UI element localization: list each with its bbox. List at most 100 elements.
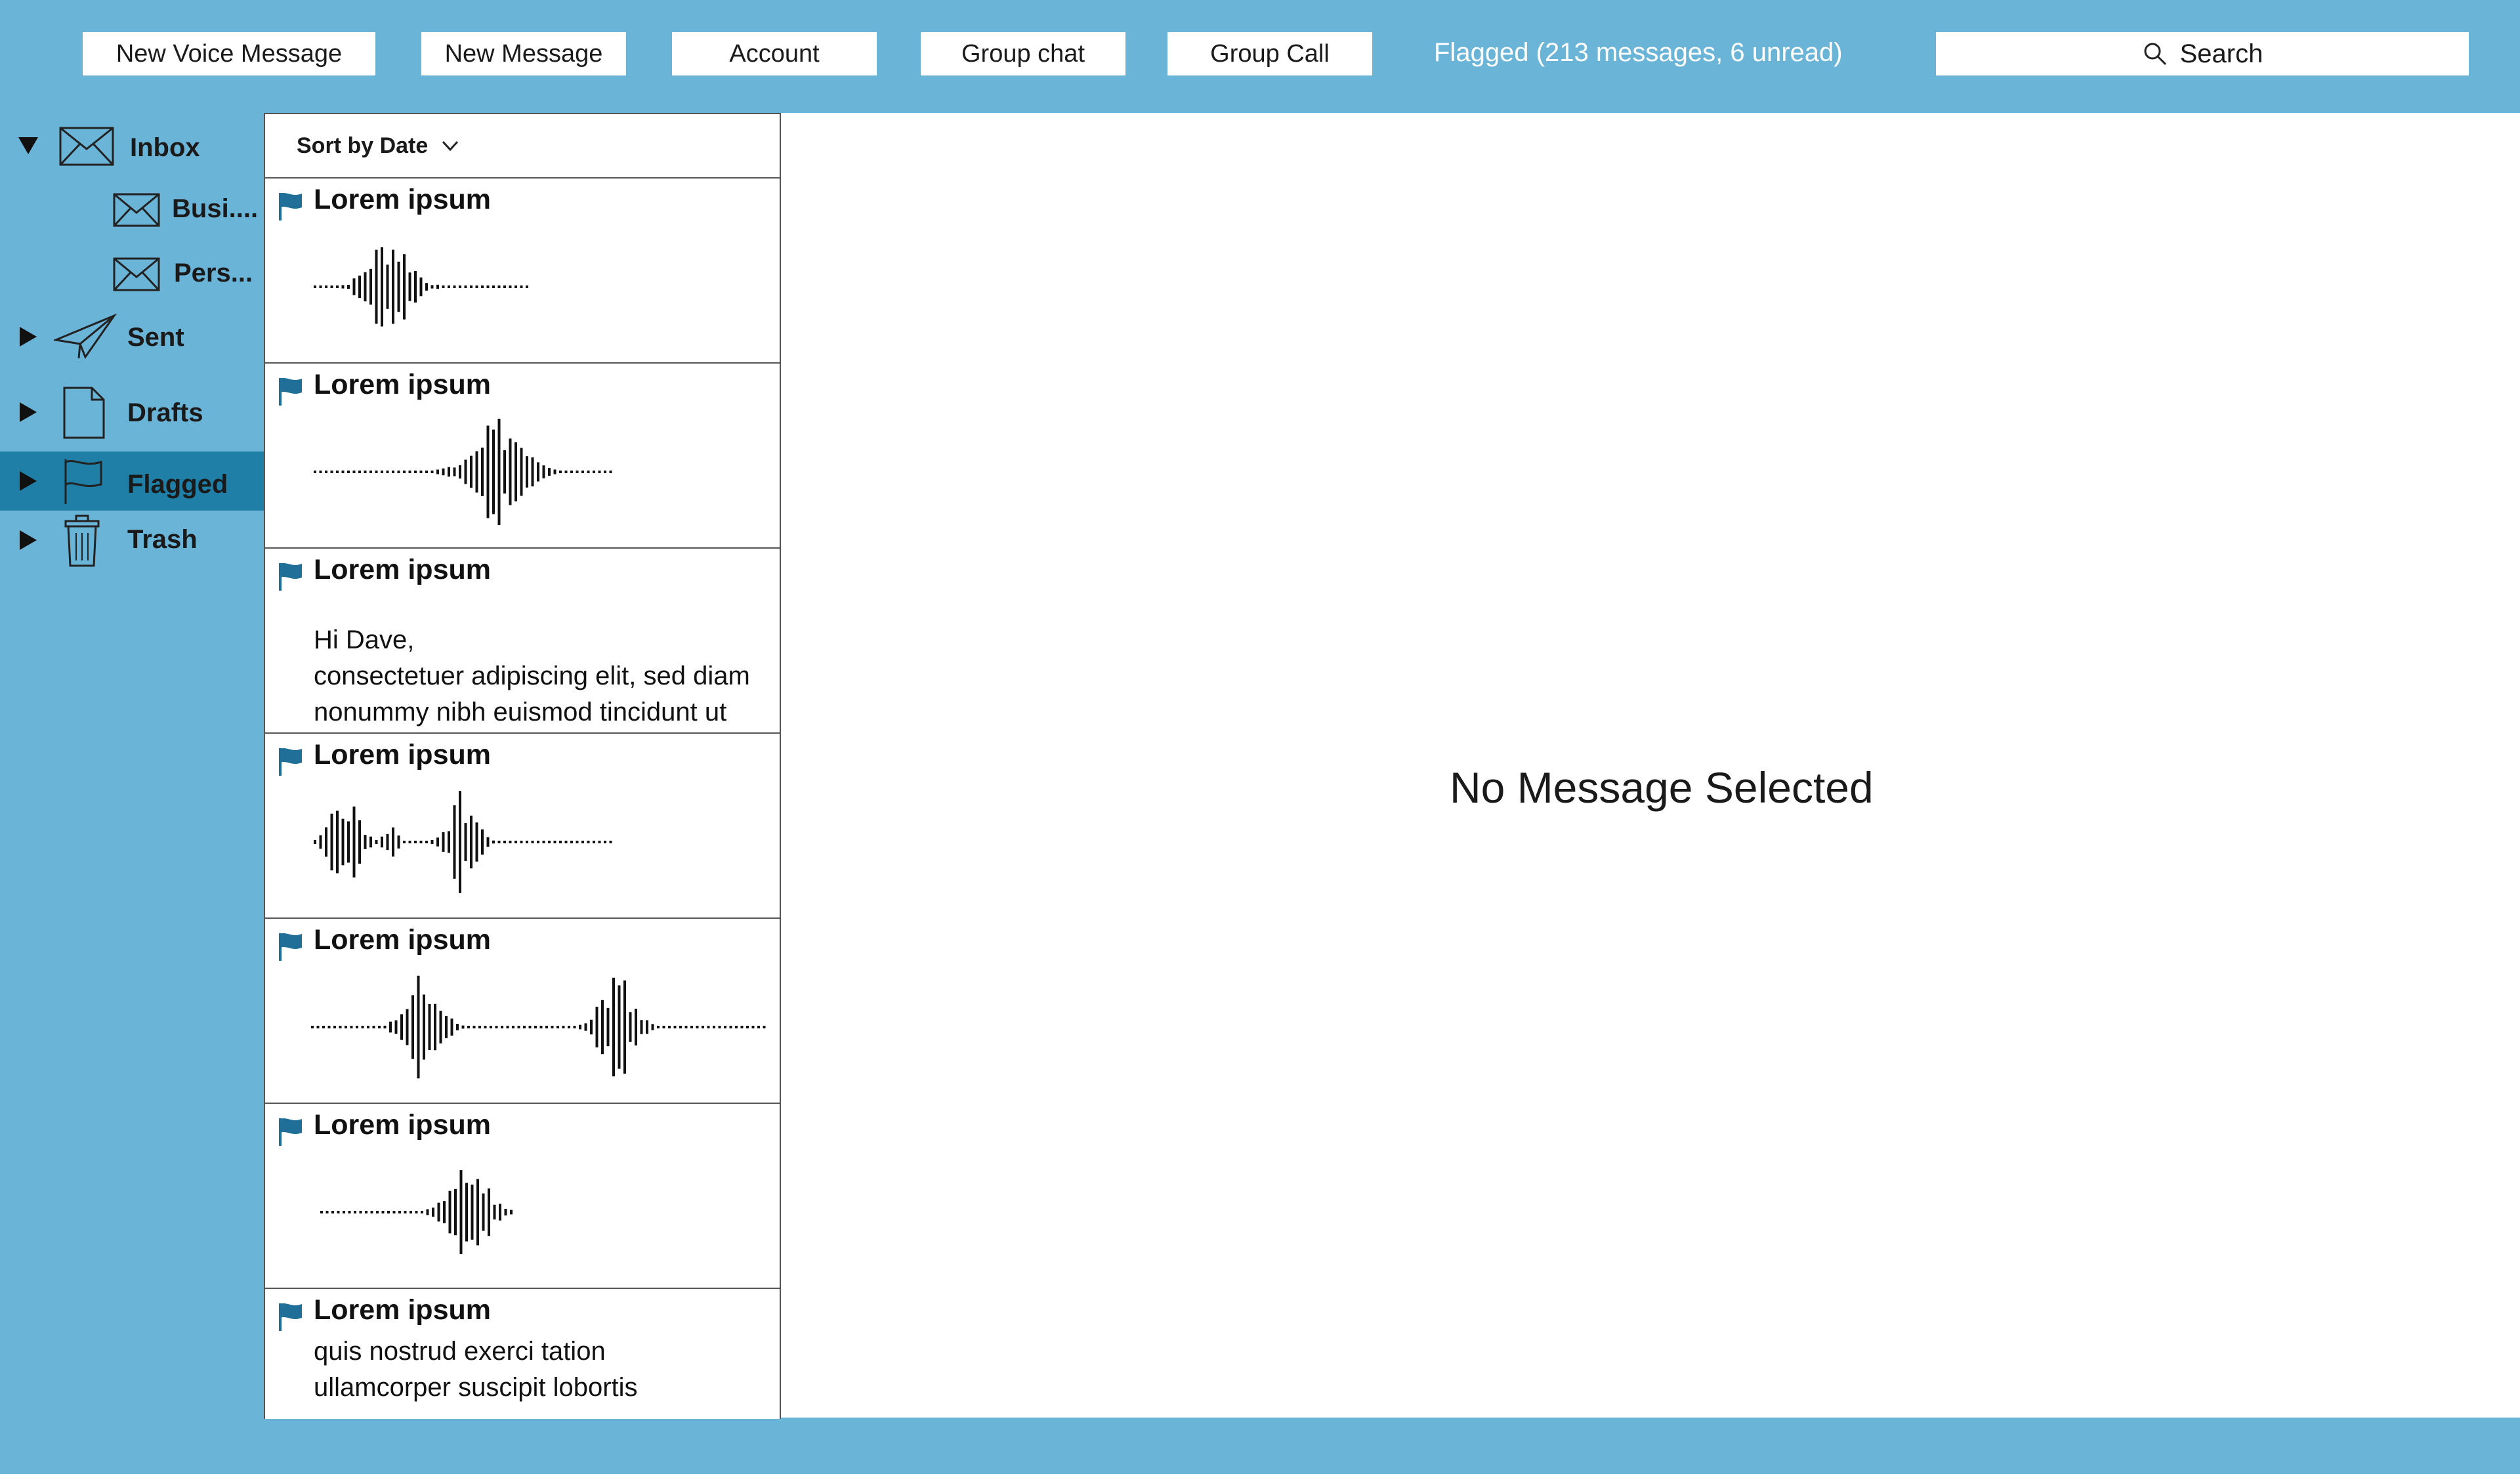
waveform-bar [735, 1026, 738, 1028]
waveform-bar [436, 837, 439, 847]
list-item[interactable]: Lorem ipsum [265, 734, 780, 919]
list-item[interactable]: Lorem ipsum Hi Dave, consectetuer adipis… [265, 549, 780, 734]
message-title: Lorem ipsum [314, 1294, 491, 1326]
flag-icon [279, 563, 302, 591]
waveform-bar [751, 1026, 755, 1028]
waveform-bar [339, 1026, 342, 1028]
waveform-bar [386, 471, 389, 473]
waveform-bar [564, 841, 568, 843]
waveform-bar [484, 1026, 487, 1028]
waveform-bar [398, 1211, 401, 1213]
waveform-bar [432, 1208, 434, 1217]
waveform-bar [587, 841, 590, 843]
waveform-bar [461, 1025, 465, 1029]
waveform-bar [579, 1024, 581, 1030]
waveform-bar [609, 841, 612, 843]
waveform-bar [347, 821, 350, 863]
waveform-bar [475, 285, 478, 288]
waveform-bar [724, 1026, 726, 1028]
message-title: Lorem ipsum [314, 739, 491, 770]
account-button[interactable]: Account [672, 32, 877, 75]
sidebar-item-personal[interactable]: Pers... [0, 243, 264, 302]
waveform-bar [319, 285, 322, 288]
preview-line: quis nostrud exerci tation [314, 1337, 606, 1366]
sort-label: Sort by Date [297, 133, 429, 158]
list-item[interactable]: Lorem ipsum quis nostrud exerci tation u… [265, 1289, 780, 1474]
waveform-bar [486, 425, 490, 518]
search-icon [2144, 43, 2166, 66]
sidebar-item-business[interactable]: Busi.... [0, 179, 264, 238]
waveform-bar [481, 829, 484, 855]
flag-icon [279, 193, 302, 221]
waveform-bar [414, 271, 417, 303]
search-label: Search [2179, 39, 2263, 68]
sidebar-item-sent[interactable]: Sent [0, 307, 264, 366]
list-item[interactable]: Lorem ipsum [265, 919, 780, 1104]
list-item[interactable]: Lorem ipsum [265, 1104, 780, 1289]
sidebar-item-trash[interactable]: Trash [0, 511, 264, 570]
waveform-bar [475, 822, 478, 862]
sort-dropdown[interactable]: Sort by Date [265, 114, 780, 179]
waveform-bar [713, 1026, 715, 1028]
sidebar-item-flagged[interactable]: Flagged [0, 452, 264, 511]
waveform-bar [526, 285, 528, 288]
waveform-bar [419, 841, 423, 843]
waveform-bar [556, 1026, 559, 1028]
waveform-bar [587, 471, 590, 473]
waveform-bar [481, 448, 484, 496]
new-message-button[interactable]: New Message [421, 32, 626, 75]
group-call-button[interactable]: Group Call [1167, 32, 1372, 75]
sidebar: Inbox Busi.... Pers... Sent Drafts Flagg… [0, 113, 264, 1418]
waveform-bar [419, 277, 423, 297]
trash-icon [64, 515, 100, 567]
sidebar-item-label: Trash [127, 525, 198, 554]
waveform-bar [436, 284, 439, 289]
triangle-down-icon [18, 137, 38, 154]
waveform-bar [576, 841, 579, 843]
sidebar-item-drafts[interactable]: Drafts [0, 383, 264, 442]
waveform-bar [520, 285, 523, 288]
waveform-bar [503, 285, 506, 288]
waveform-bar [322, 1026, 325, 1028]
waveform-bar [448, 467, 450, 477]
search-input[interactable]: Search [1936, 32, 2469, 75]
group-chat-button[interactable]: Group chat [921, 32, 1125, 75]
waveform-bar [408, 272, 411, 301]
waveform-bar [679, 1026, 682, 1028]
waveform-bar [464, 285, 467, 288]
waveform-bar [314, 839, 316, 845]
waveform-bar [426, 1209, 429, 1215]
waveform-bar [453, 467, 456, 476]
new-voice-message-button[interactable]: New Voice Message [83, 32, 375, 75]
waveform-bar [492, 429, 495, 515]
waveform-bar [320, 1211, 323, 1213]
flag-icon [279, 1303, 302, 1331]
waveform-bar [442, 285, 445, 288]
waveform-bar [497, 285, 501, 288]
waveform-bar [381, 471, 383, 473]
waveform-bar [430, 471, 434, 473]
waveform-bar [595, 1007, 598, 1047]
list-item[interactable]: Lorem ipsum [265, 179, 780, 364]
waveform-bar [510, 1210, 513, 1215]
waveform-bar [545, 1026, 548, 1028]
sidebar-item-inbox[interactable]: Inbox [0, 116, 264, 175]
waveform-bar [336, 811, 339, 874]
waveform-bar [325, 285, 327, 288]
waveform-bar [548, 841, 551, 843]
waveform-bar [319, 835, 322, 849]
waveform-bar [696, 1026, 699, 1028]
waveform-bar [352, 278, 356, 295]
waveform-bar [453, 285, 456, 288]
preview-line: ullamcorper suscipit lobortis [314, 1373, 638, 1402]
waveform-bar [640, 1020, 643, 1034]
waveform-bar [370, 1211, 373, 1213]
waveform-bar [450, 1018, 453, 1036]
waveform-bar [392, 249, 394, 324]
waveform-bar [314, 285, 316, 288]
waveform-bar [514, 841, 517, 843]
list-item[interactable]: Lorem ipsum [265, 364, 780, 549]
waveform-bar [341, 818, 345, 866]
waveform-bar [504, 1208, 507, 1216]
waveform-bar [497, 419, 501, 525]
